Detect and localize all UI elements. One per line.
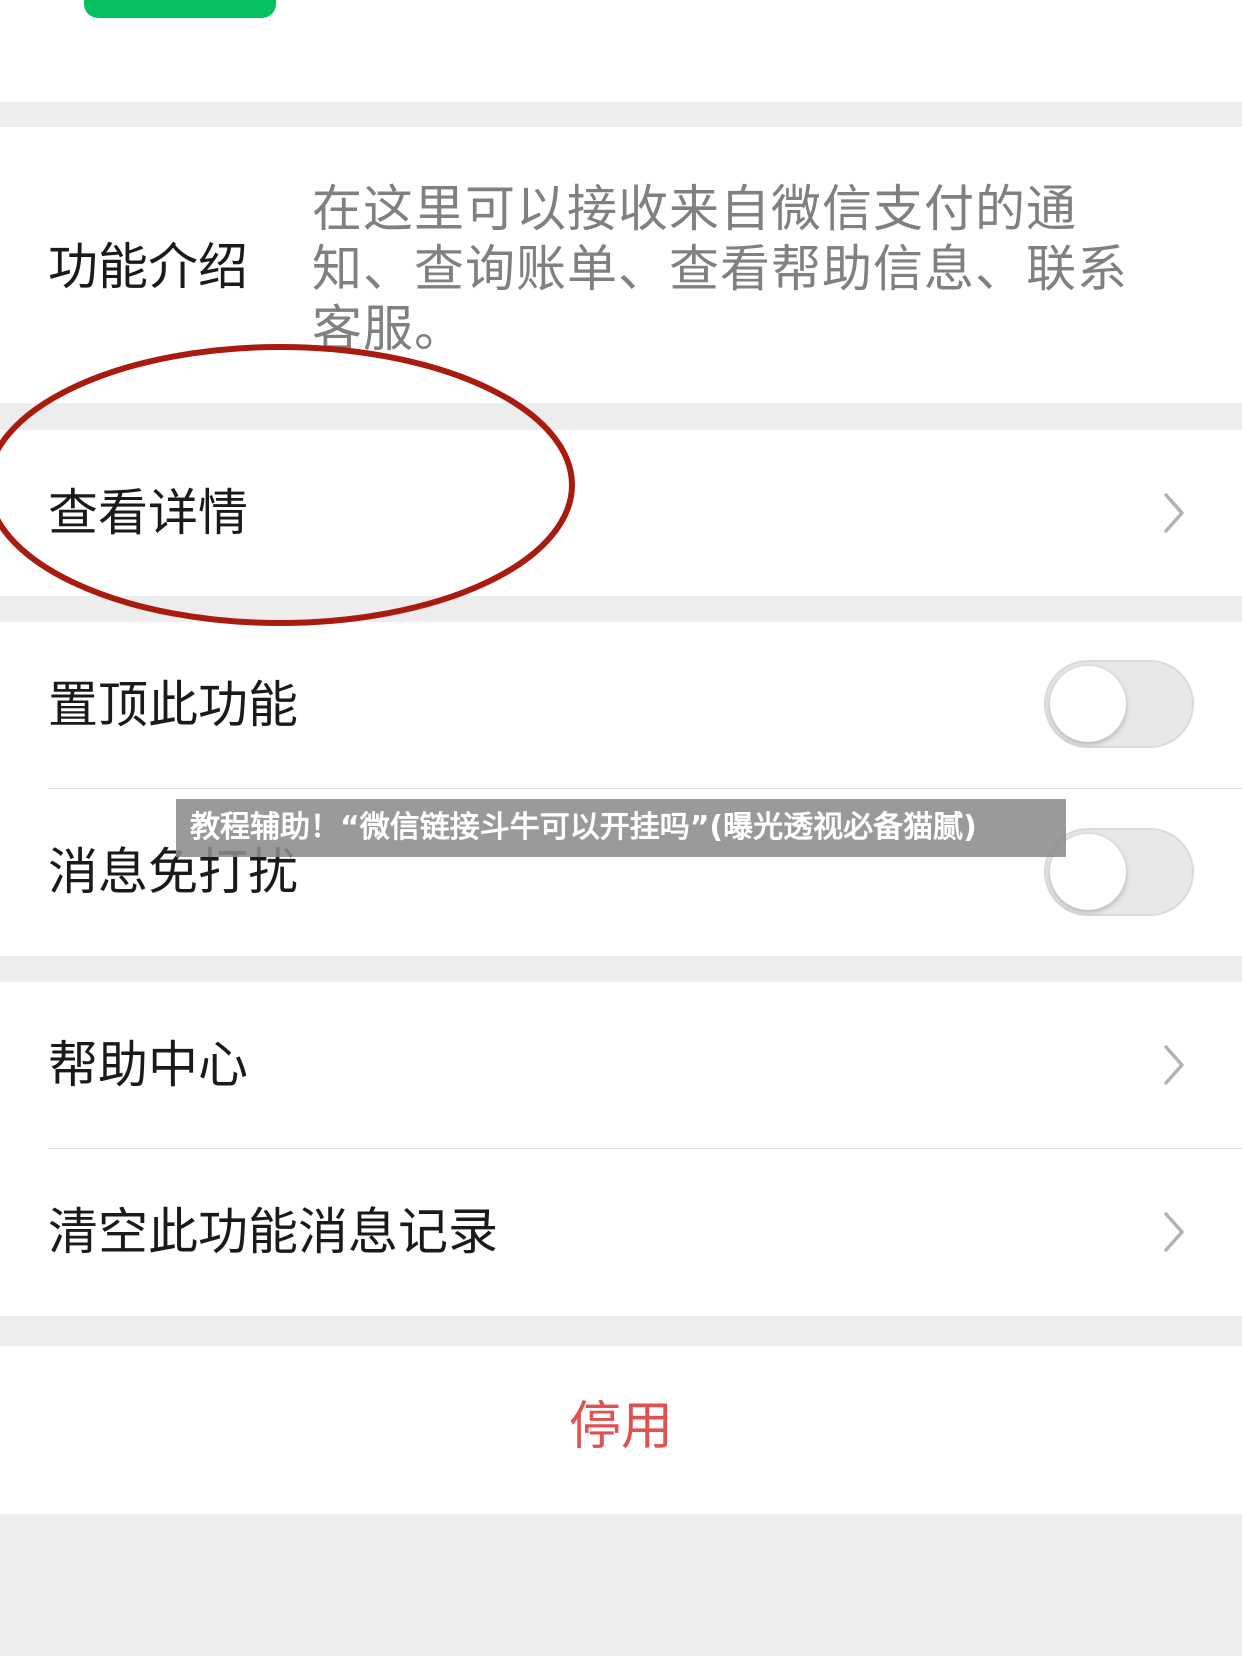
mute-toggle[interactable] <box>1044 828 1194 916</box>
help-row[interactable]: 帮助中心 <box>0 982 1242 1148</box>
disable-button[interactable]: 停用 <box>0 1396 1242 1458</box>
pin-toggle-knob <box>1050 666 1126 742</box>
details-row[interactable]: 查看详情 <box>0 430 1242 596</box>
clear-label: 清空此功能消息记录 <box>48 1203 498 1261</box>
primary-green-button[interactable] <box>84 0 276 18</box>
toggles-section: 置顶此功能 消息免打扰 <box>0 622 1242 956</box>
watermark-banner: 教程辅助！“微信链接斗牛可以开挂吗”(曝光透视必备猫腻) <box>176 799 1066 857</box>
clear-row[interactable]: 清空此功能消息记录 <box>0 1149 1242 1316</box>
disable-section[interactable]: 停用 <box>0 1346 1242 1514</box>
intro-description: 在这里可以接收来自微信支付的通知、查询账单、查看帮助信息、联系客服。 <box>312 180 1128 358</box>
intro-section: 功能介绍 在这里可以接收来自微信支付的通知、查询账单、查看帮助信息、联系客服。 <box>0 127 1242 403</box>
help-label: 帮助中心 <box>48 1036 248 1094</box>
chevron-right-icon <box>1164 493 1184 533</box>
intro-label: 功能介绍 <box>48 238 248 296</box>
pin-toggle[interactable] <box>1044 660 1194 748</box>
help-section: 帮助中心 清空此功能消息记录 <box>0 982 1242 1316</box>
details-label: 查看详情 <box>48 484 248 542</box>
chevron-right-icon <box>1164 1212 1184 1252</box>
chevron-right-icon <box>1164 1045 1184 1085</box>
pin-label: 置顶此功能 <box>48 676 298 734</box>
pin-row: 置顶此功能 <box>0 622 1242 788</box>
top-section <box>0 0 1242 102</box>
